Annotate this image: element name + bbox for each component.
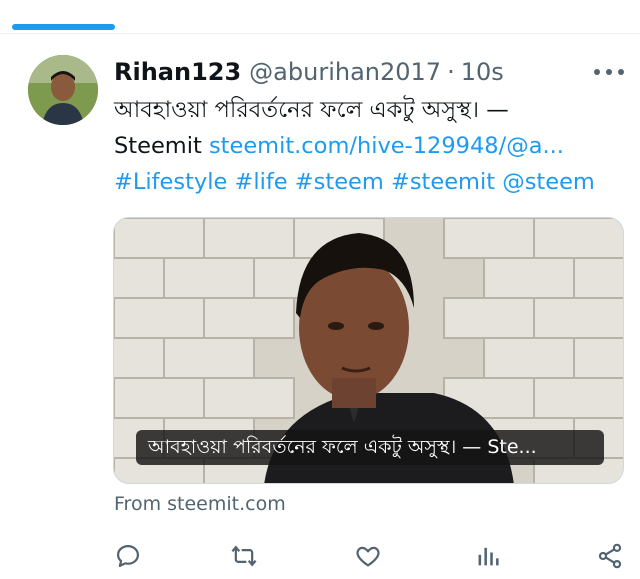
mention-steem[interactable]: @steem bbox=[502, 169, 595, 195]
tweet-text-line1: আবহাওয়া পরিবর্তনের ফলে একটু অসুস্থ। — bbox=[114, 97, 509, 123]
more-horizontal-icon bbox=[594, 69, 600, 75]
top-divider bbox=[0, 33, 640, 34]
retweet-icon bbox=[231, 545, 257, 567]
tweet-text: আবহাওয়া পরিবর্তনের ফলে একটু অসুস্থ। — S… bbox=[114, 92, 624, 200]
avatar[interactable] bbox=[28, 55, 98, 125]
hashtag-steem[interactable]: #steem bbox=[295, 169, 384, 195]
card-caption: আবহাওয়া পরিবর্তনের ফলে একটু অসুস্থ। — S… bbox=[136, 430, 604, 465]
action-bar bbox=[112, 540, 628, 572]
more-button[interactable] bbox=[594, 62, 624, 82]
author-handle[interactable]: @aburihan2017 bbox=[249, 58, 441, 86]
tweet-header: Rihan123 @aburihan2017 · 10s bbox=[114, 55, 504, 89]
tweet-link[interactable]: steemit.com/hive-129948/@a... bbox=[209, 133, 564, 159]
tweet-text-prefix: Steemit bbox=[114, 133, 202, 159]
hashtag-steemit[interactable]: #steemit bbox=[391, 169, 495, 195]
link-card[interactable]: আবহাওয়া পরিবর্তনের ফলে একটু অসুস্থ। — S… bbox=[113, 217, 624, 484]
views-button[interactable] bbox=[472, 540, 504, 572]
like-button[interactable] bbox=[352, 540, 384, 572]
tweet-text-line2: Steemit steemit.com/hive-129948/@a... bbox=[114, 128, 624, 164]
timestamp[interactable]: 10s bbox=[461, 58, 504, 86]
hashtag-line: #Lifestyle #life #steem #steemit @steem bbox=[114, 164, 624, 200]
card-source[interactable]: From steemit.com bbox=[114, 493, 286, 515]
separator: · bbox=[447, 58, 455, 86]
hashtag-life[interactable]: #life bbox=[235, 169, 288, 195]
avatar-image bbox=[28, 55, 98, 125]
share-button[interactable] bbox=[594, 540, 626, 572]
share-icon bbox=[598, 543, 622, 569]
reply-button[interactable] bbox=[112, 540, 144, 572]
retweet-button[interactable] bbox=[228, 540, 260, 572]
reply-icon bbox=[116, 544, 140, 568]
views-icon bbox=[478, 547, 499, 566]
hashtag-lifestyle[interactable]: #Lifestyle bbox=[114, 169, 227, 195]
heart-icon bbox=[356, 546, 380, 567]
tab-indicator bbox=[12, 24, 115, 30]
author-name[interactable]: Rihan123 bbox=[114, 58, 241, 86]
